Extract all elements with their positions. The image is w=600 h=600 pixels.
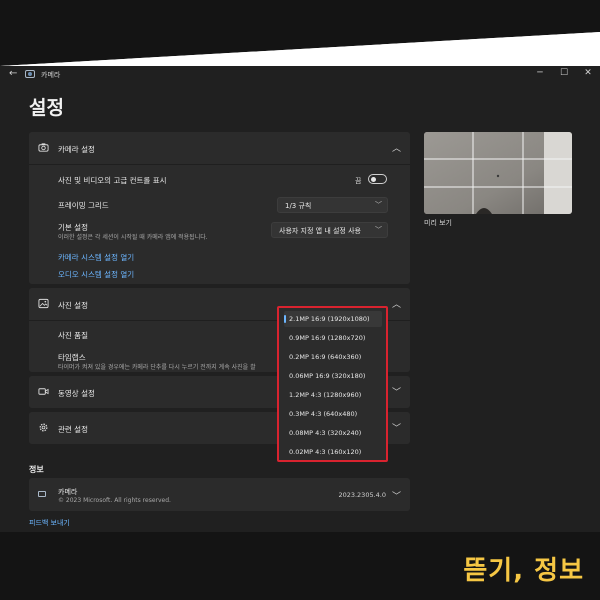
chevron-down-icon: ﹀ xyxy=(375,226,382,234)
photo-settings-title: 사진 설정 xyxy=(58,301,88,310)
chevron-up-icon[interactable]: ︿ xyxy=(392,297,401,310)
audio-system-settings-link[interactable]: 오디오 시스템 설정 열기 xyxy=(58,269,134,280)
camera-settings-header[interactable]: 카메라 설정 ︿ xyxy=(29,132,410,164)
page-title: 설정 xyxy=(29,97,64,119)
camera-preview xyxy=(424,132,572,214)
divider xyxy=(29,164,410,165)
camera-app-icon xyxy=(38,491,46,497)
related-settings-title: 관련 설정 xyxy=(58,425,88,434)
video-settings-title: 동영상 설정 xyxy=(58,389,95,398)
toggle-state-label: 끔 xyxy=(355,177,362,185)
brand-label: 뜯기, 정보 xyxy=(463,556,584,586)
close-icon[interactable]: ✕ xyxy=(581,68,595,78)
preview-label: 미리 보기 xyxy=(424,219,452,227)
timelapse-description: 타이머가 켜져 있을 경우에는 카메라 단추를 다시 누르기 전까지 계속 사진… xyxy=(58,364,256,371)
app-version: 2023.2305.4.0 xyxy=(338,491,386,499)
chevron-up-icon[interactable]: ︿ xyxy=(392,141,401,154)
app-title: 카메라 xyxy=(41,71,61,79)
quality-option[interactable]: 0.06MP 16:9 (320x180) xyxy=(284,368,382,384)
quality-option[interactable]: 0.9MP 16:9 (1280x720) xyxy=(284,330,382,346)
gear-icon xyxy=(39,423,48,432)
maximize-icon[interactable]: ☐ xyxy=(557,68,571,78)
copyright-text: © 2023 Microsoft. All rights reserved. xyxy=(58,497,171,504)
camera-icon xyxy=(38,143,49,152)
chevron-down-icon[interactable]: ﹀ xyxy=(392,421,401,434)
advanced-controls-label: 사진 및 비디오의 고급 컨트롤 표시 xyxy=(58,176,167,185)
quality-option[interactable]: 0.3MP 4:3 (640x480) xyxy=(284,406,382,422)
back-arrow-icon[interactable]: ← xyxy=(9,68,17,79)
app-name: 카메라 xyxy=(58,488,78,496)
quality-option[interactable]: 0.08MP 4:3 (320x240) xyxy=(284,425,382,441)
minimize-icon[interactable]: ─ xyxy=(533,68,547,78)
photo-icon xyxy=(38,298,49,309)
chevron-down-icon[interactable]: ﹀ xyxy=(392,489,401,502)
default-settings-select[interactable]: 사용자 지정 앱 내 설정 사용 ﹀ xyxy=(271,222,388,238)
quality-option[interactable]: 1.2MP 4:3 (1280x960) xyxy=(284,387,382,403)
camera-system-settings-link[interactable]: 카메라 시스템 설정 열기 xyxy=(58,252,134,263)
quality-option[interactable]: 0.2MP 16:9 (640x360) xyxy=(284,349,382,365)
framing-grid-select[interactable]: 1/3 규칙 ﹀ xyxy=(277,197,388,213)
chevron-down-icon: ﹀ xyxy=(375,201,382,209)
camera-settings-card: 카메라 설정 ︿ 사진 및 비디오의 고급 컨트롤 표시 끔 프레이밍 그리드 … xyxy=(29,132,410,284)
framing-grid-label: 프레이밍 그리드 xyxy=(58,201,109,210)
camera-settings-title: 카메라 설정 xyxy=(58,145,95,154)
feedback-link[interactable]: 피드백 보내기 xyxy=(29,518,70,528)
chevron-down-icon[interactable]: ﹀ xyxy=(392,385,401,398)
quality-option[interactable]: 0.02MP 4:3 (160x120) xyxy=(284,444,382,460)
photo-quality-label: 사진 품질 xyxy=(58,331,88,340)
photo-quality-dropdown[interactable]: 2.1MP 16:9 (1920x1080) 0.9MP 16:9 (1280x… xyxy=(277,306,388,462)
advanced-controls-toggle[interactable] xyxy=(368,174,387,184)
quality-option-selected[interactable]: 2.1MP 16:9 (1920x1080) xyxy=(284,311,382,327)
title-bar: ← 카메라 ─ ☐ ✕ xyxy=(0,66,600,84)
bottom-banner: 뜯기, 정보 xyxy=(0,532,600,600)
video-camera-icon xyxy=(38,388,49,395)
info-section-title: 정보 xyxy=(29,465,44,474)
about-card[interactable]: 카메라 © 2023 Microsoft. All rights reserve… xyxy=(29,478,410,511)
default-settings-description: 이러한 설정은 각 세션이 시작될 때 카메라 앱에 적용됩니다. xyxy=(58,234,208,241)
camera-app-icon xyxy=(25,70,35,78)
default-settings-value: 사용자 지정 앱 내 설정 사용 xyxy=(279,227,361,235)
top-banner xyxy=(0,0,600,70)
preview-image xyxy=(424,132,572,214)
camera-settings-window: ← 카메라 ─ ☐ ✕ 설정 카메라 설정 ︿ 사진 및 비디오의 고급 컨트롤… xyxy=(0,66,600,534)
framing-grid-value: 1/3 규칙 xyxy=(285,202,312,210)
